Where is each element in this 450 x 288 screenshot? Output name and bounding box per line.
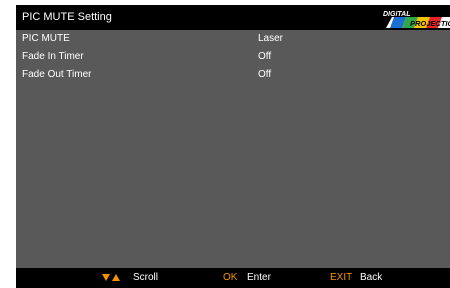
svg-text:PROJECTION: PROJECTION xyxy=(410,19,450,28)
svg-text:DIGITAL: DIGITAL xyxy=(383,11,410,18)
row-label: Fade Out Timer xyxy=(22,69,92,80)
triangle-down-icon xyxy=(102,274,110,281)
key-help-bar: Scroll OK Enter EXIT Back xyxy=(16,268,450,288)
ok-key: OK xyxy=(223,272,238,283)
osd-menu: PIC MUTE Setting DIGITAL PROJECTION PIC … xyxy=(0,0,450,288)
row-value[interactable]: Laser xyxy=(258,33,283,44)
triangle-up-icon xyxy=(112,274,120,281)
row-label: Fade In Timer xyxy=(22,51,84,62)
menu-title: PIC MUTE Setting xyxy=(22,11,112,23)
row-value[interactable]: Off xyxy=(258,51,271,62)
row-value[interactable]: Off xyxy=(258,69,271,80)
exit-key: EXIT xyxy=(330,272,353,283)
settings-panel: PIC MUTE Laser Fade In Timer Off Fade Ou… xyxy=(16,30,450,268)
enter-label: Enter xyxy=(247,272,271,283)
menu-row-pic-mute[interactable]: PIC MUTE Laser xyxy=(16,31,450,48)
menu-row-fade-out-timer[interactable]: Fade Out Timer Off xyxy=(16,67,450,84)
row-label: PIC MUTE xyxy=(22,33,70,44)
scroll-label: Scroll xyxy=(133,272,159,283)
back-label: Back xyxy=(360,272,383,283)
menu-row-fade-in-timer[interactable]: Fade In Timer Off xyxy=(16,49,450,66)
digital-projection-logo: DIGITAL PROJECTION xyxy=(383,11,450,28)
title-bar: PIC MUTE Setting DIGITAL PROJECTION xyxy=(16,5,450,30)
